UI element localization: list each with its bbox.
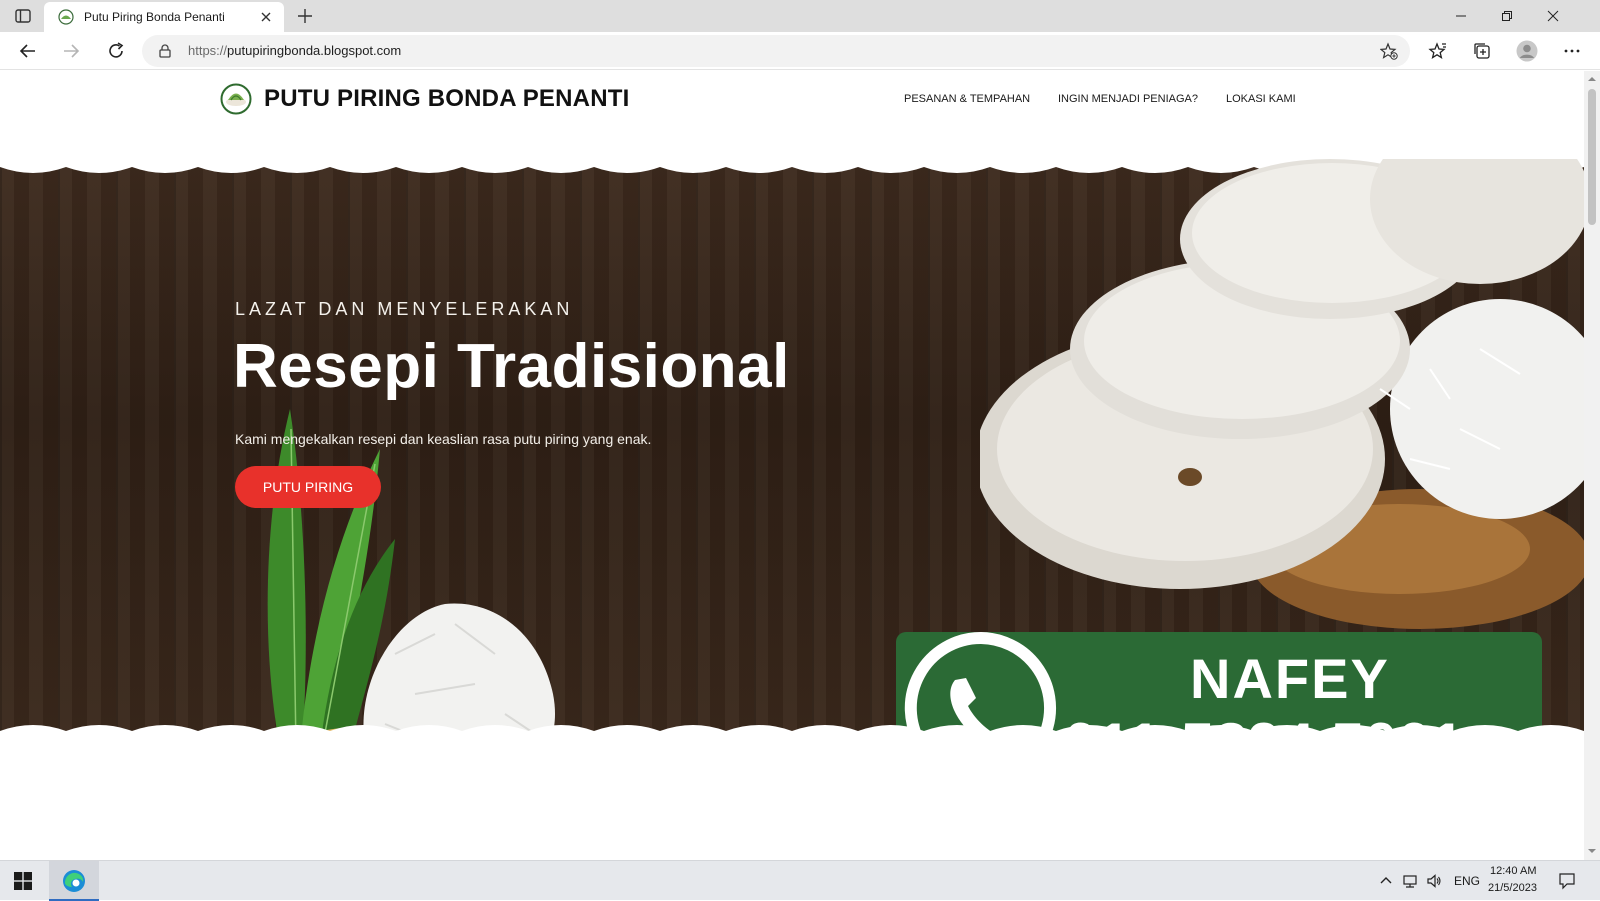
restore-button[interactable] — [1484, 0, 1530, 32]
close-window-button[interactable] — [1530, 0, 1576, 32]
nav-link-pesanan[interactable]: PESANAN & TEMPAHAN — [904, 93, 1030, 105]
notifications-icon[interactable] — [1558, 872, 1576, 890]
tab-title: Putu Piring Bonda Penanti — [84, 10, 225, 24]
taskbar-time[interactable]: 12:40 AM — [1490, 865, 1536, 877]
new-tab-icon[interactable] — [296, 7, 314, 25]
putu-piring-cakes-image — [980, 159, 1584, 629]
tab-active[interactable]: Putu Piring Bonda Penanti — [44, 2, 284, 32]
browser-tab-bar: Putu Piring Bonda Penanti — [0, 0, 1600, 32]
lock-icon[interactable] — [157, 43, 173, 59]
language-indicator[interactable]: ENG — [1454, 874, 1480, 888]
browser-toolbar: https://putupiringbonda.blogspot.com — [0, 32, 1600, 70]
scroll-thumb[interactable] — [1588, 89, 1596, 225]
hero-eyebrow: LAZAT DAN MENYELERAKAN — [235, 299, 574, 319]
page-viewport: PUTU PIRING BONDA PENANTI PESANAN & TEMP… — [0, 71, 1584, 860]
site-header: PUTU PIRING BONDA PENANTI PESANAN & TEMP… — [0, 71, 1584, 141]
page-scrollbar[interactable] — [1584, 71, 1600, 860]
settings-more-icon[interactable] — [1562, 41, 1582, 61]
hero-wave-bottom — [0, 725, 1584, 739]
tab-actions-icon[interactable] — [14, 7, 32, 25]
minimize-button[interactable] — [1438, 0, 1484, 32]
address-bar[interactable]: https://putupiringbonda.blogspot.com — [142, 35, 1410, 67]
add-favorite-icon[interactable] — [1380, 42, 1398, 60]
scroll-down-icon[interactable] — [1588, 847, 1596, 855]
whatsapp-contact-name: NAFEY — [1190, 647, 1390, 710]
taskbar-date[interactable]: 21/5/2023 — [1488, 882, 1537, 894]
windows-start-icon[interactable] — [14, 872, 32, 890]
site-title[interactable]: PUTU PIRING BONDA PENANTI — [264, 85, 629, 113]
putu-piring-button[interactable]: PUTU PIRING — [235, 466, 381, 508]
url-protocol: https:// — [188, 43, 228, 58]
show-hidden-icons-icon[interactable] — [1378, 873, 1394, 889]
hero-subtitle: Kami mengekalkan resepi dan keaslian ras… — [235, 431, 652, 447]
edge-browser-icon — [63, 870, 85, 892]
forward-icon[interactable] — [61, 41, 81, 61]
windows-taskbar: ENG 12:40 AM 21/5/2023 — [0, 860, 1600, 901]
refresh-icon[interactable] — [106, 41, 126, 61]
nav-link-lokasi[interactable]: LOKASI KAMI — [1226, 93, 1296, 105]
close-window-icon — [1547, 10, 1559, 22]
url-host: putupiringbonda.blogspot.com — [227, 43, 402, 58]
scroll-up-icon[interactable] — [1588, 75, 1596, 83]
hero-title: Resepi Tradisional — [233, 332, 790, 401]
favorites-icon[interactable] — [1428, 41, 1448, 61]
minimize-icon — [1456, 15, 1466, 17]
back-icon[interactable] — [18, 41, 38, 61]
site-logo-icon[interactable] — [220, 83, 252, 115]
site-favicon-icon — [58, 9, 74, 25]
url-text[interactable]: https://putupiringbonda.blogspot.com — [188, 43, 401, 58]
restore-icon — [1502, 11, 1512, 21]
collections-icon[interactable] — [1472, 41, 1492, 61]
volume-icon[interactable] — [1426, 873, 1442, 889]
taskbar-edge-button[interactable] — [49, 861, 99, 901]
hero-section: LAZAT DAN MENYELERAKAN Resepi Tradisiona… — [0, 159, 1584, 739]
network-icon[interactable] — [1402, 873, 1418, 889]
nav-link-peniaga[interactable]: INGIN MENJADI PENIAGA? — [1058, 93, 1198, 105]
profile-avatar-icon[interactable] — [1516, 40, 1538, 62]
close-tab-icon[interactable] — [258, 9, 274, 25]
